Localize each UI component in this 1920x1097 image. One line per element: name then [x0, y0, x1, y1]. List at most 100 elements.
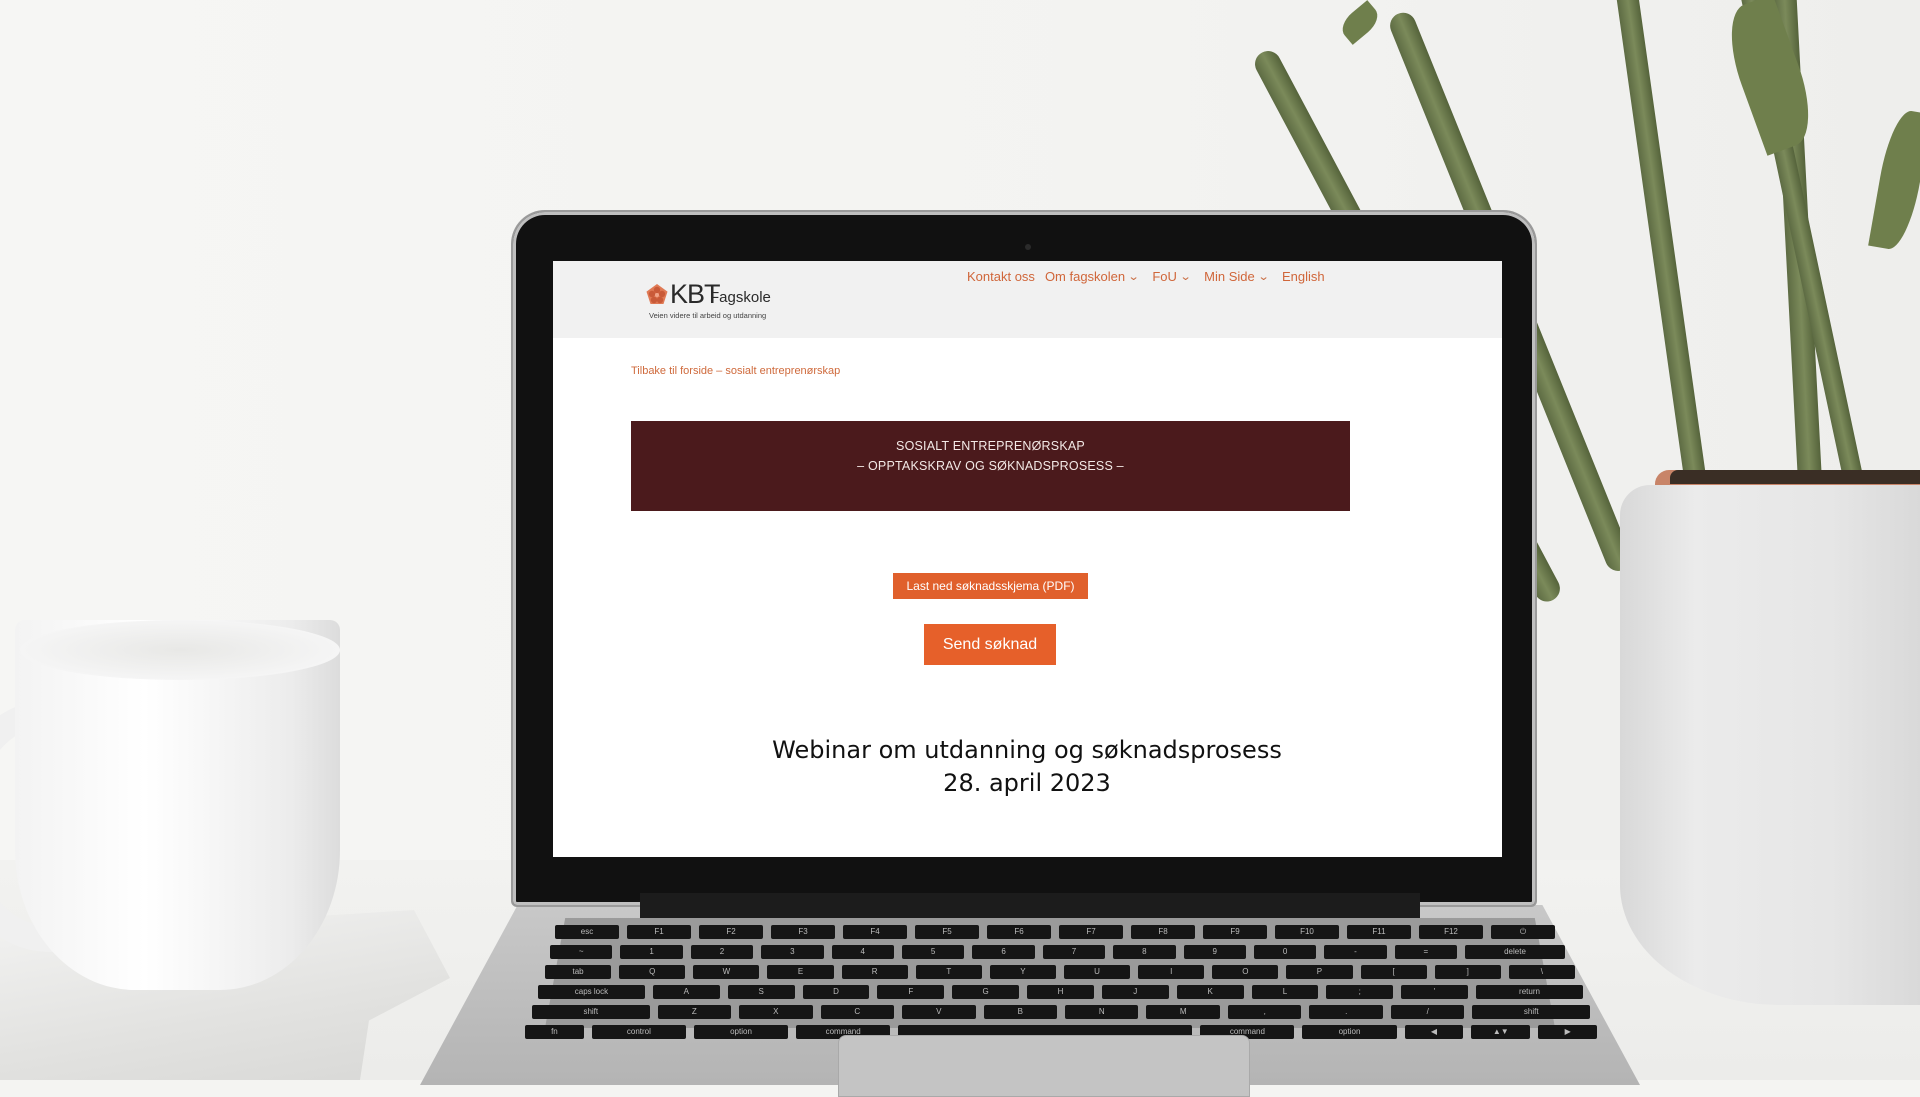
keyboard-key[interactable]: 9 — [1183, 945, 1246, 959]
keyboard-key[interactable]: S — [727, 985, 795, 999]
keyboard-key[interactable]: F2 — [699, 925, 763, 939]
keyboard-key[interactable]: K — [1176, 985, 1244, 999]
keyboard-row: ~1 2 3 4 5 6 7 8 9 0- = delete — [550, 945, 1565, 959]
keyboard-key[interactable]: ⏻ — [1491, 925, 1555, 939]
keyboard-key[interactable]: / — [1390, 1005, 1465, 1019]
keyboard-key[interactable]: tab — [545, 965, 612, 979]
keyboard-key[interactable]: 4 — [831, 945, 894, 959]
keyboard-key[interactable]: return — [1476, 985, 1583, 999]
keyboard-key[interactable]: F1 — [627, 925, 691, 939]
keyboard-key[interactable]: T — [915, 965, 982, 979]
trackpad[interactable] — [838, 1035, 1250, 1097]
keyboard-key[interactable]: G — [952, 985, 1020, 999]
keyboard-key[interactable]: Y — [989, 965, 1056, 979]
main-nav: Kontakt oss Om fagskolen ⌄ FoU ⌄ Min Sid… — [967, 269, 1335, 284]
keyboard-key[interactable]: X — [739, 1005, 813, 1019]
keyboard-key[interactable]: [ — [1360, 965, 1427, 979]
keyboard-key[interactable]: 5 — [901, 945, 965, 959]
keyboard-key[interactable]: control — [591, 1025, 686, 1039]
download-form-button[interactable]: Last ned søknadsskjema (PDF) — [893, 573, 1088, 599]
site-header: KBT Fagskole Veien videre til arbeid og … — [553, 261, 1502, 338]
keyboard-key[interactable]: I — [1138, 965, 1205, 979]
keyboard-key[interactable]: 3 — [761, 945, 824, 959]
keyboard-key[interactable]: ~ — [550, 945, 613, 959]
logo-name: Fagskole — [710, 289, 771, 306]
keyboard-key[interactable]: caps lock — [538, 985, 645, 999]
keyboard-key[interactable]: shift — [1472, 1005, 1590, 1019]
keyboard-key[interactable]: esc — [555, 925, 619, 939]
keyboard-key[interactable]: - — [1324, 945, 1387, 959]
nav-min-side[interactable]: Min Side — [1204, 269, 1255, 284]
keyboard-key[interactable]: Z — [657, 1005, 732, 1019]
nav-fou[interactable]: FoU — [1152, 269, 1177, 284]
keyboard-key[interactable]: shift — [532, 1005, 650, 1019]
keyboard-key[interactable]: F8 — [1131, 925, 1195, 939]
keyboard-key[interactable]: M — [1146, 1005, 1220, 1019]
site-logo[interactable]: KBT Fagskole Veien videre til arbeid og … — [645, 279, 775, 323]
keyboard-key[interactable]: 1 — [620, 945, 683, 959]
keyboard-row: esc F1 F2 F3 F4 F5 F6 F7 F8 F9 F10 F11 F12 ⏻ — [555, 925, 1555, 939]
banner-subtitle: – OPPTAKSKRAV OG SØKNADSPROSESS – — [857, 459, 1124, 473]
keyboard-key[interactable]: H — [1027, 985, 1094, 999]
keyboard-row: tab Q W E R T Y U I O P [] \ — [545, 965, 1575, 979]
keyboard-key[interactable]: ' — [1401, 985, 1469, 999]
keyboard-key[interactable]: ◀ — [1404, 1025, 1464, 1039]
keyboard-key[interactable]: ] — [1434, 965, 1501, 979]
keyboard-key[interactable]: ; — [1326, 985, 1394, 999]
laptop-screen: KBT Fagskole Veien videre til arbeid og … — [553, 261, 1502, 857]
keyboard-key[interactable]: U — [1063, 965, 1131, 979]
keyboard-key[interactable]: E — [767, 965, 834, 979]
webinar-title: Webinar om utdanning og søknadsprosess — [772, 736, 1282, 764]
keyboard-key[interactable]: F10 — [1275, 925, 1339, 939]
keyboard-key[interactable]: option — [1302, 1025, 1397, 1039]
chevron-down-icon[interactable]: ⌄ — [1180, 270, 1192, 283]
keyboard-key[interactable]: F9 — [1203, 925, 1267, 939]
keyboard-key[interactable]: P — [1286, 965, 1353, 979]
keyboard-key[interactable]: B — [983, 1005, 1057, 1019]
keyboard-key[interactable]: F3 — [771, 925, 835, 939]
keyboard-key[interactable]: O — [1212, 965, 1279, 979]
breadcrumb-back-link[interactable]: Tilbake til forside – sosialt entreprenø… — [631, 365, 840, 377]
keyboard-key[interactable]: J — [1101, 985, 1169, 999]
chevron-down-icon[interactable]: ⌄ — [1128, 270, 1140, 283]
nav-om-fagskolen[interactable]: Om fagskolen — [1045, 269, 1125, 284]
keyboard-key[interactable]: option — [693, 1025, 789, 1039]
keyboard-key[interactable]: \ — [1508, 965, 1575, 979]
keyboard-key[interactable]: V — [902, 1005, 976, 1019]
keyboard-key[interactable]: 8 — [1113, 945, 1176, 959]
keyboard-key[interactable]: delete — [1465, 945, 1565, 959]
keyboard-row: caps lock A S D F G H J K L; ' return — [538, 985, 1583, 999]
keyboard-key[interactable]: ▲▼ — [1471, 1025, 1531, 1039]
keyboard-key[interactable]: D — [802, 985, 870, 999]
keyboard-key[interactable]: 2 — [690, 945, 754, 959]
keyboard-key[interactable]: F — [877, 985, 945, 999]
page-title-banner: SOSIALT ENTREPRENØRSKAP – OPPTAKSKRAV OG… — [631, 421, 1350, 511]
keyboard-key[interactable]: F12 — [1419, 925, 1483, 939]
nav-english[interactable]: English — [1282, 269, 1325, 284]
keyboard-key[interactable]: L — [1251, 985, 1319, 999]
keyboard-key[interactable]: F6 — [987, 925, 1051, 939]
keyboard-key[interactable]: 0 — [1253, 945, 1317, 959]
keyboard-key[interactable]: 6 — [972, 945, 1035, 959]
keyboard-key[interactable]: fn — [525, 1025, 584, 1039]
keyboard-key[interactable]: = — [1394, 945, 1458, 959]
keyboard-key[interactable]: C — [820, 1005, 895, 1019]
keyboard-key[interactable]: 7 — [1042, 945, 1106, 959]
keyboard-key[interactable]: F11 — [1347, 925, 1411, 939]
keyboard-key[interactable]: A — [652, 985, 720, 999]
send-application-button[interactable]: Send søknad — [924, 624, 1056, 665]
keyboard-key[interactable]: N — [1065, 1005, 1139, 1019]
keyboard-key[interactable]: F4 — [843, 925, 907, 939]
keyboard-key[interactable]: F5 — [915, 925, 979, 939]
chevron-down-icon[interactable]: ⌄ — [1257, 270, 1269, 283]
banner-title: SOSIALT ENTREPRENØRSKAP — [896, 439, 1085, 453]
keyboard-key[interactable]: R — [841, 965, 908, 979]
keyboard-key[interactable]: ▶ — [1538, 1025, 1598, 1039]
keyboard-key[interactable]: W — [693, 965, 760, 979]
plant-pot — [1620, 485, 1920, 1005]
keyboard-key[interactable]: , — [1227, 1005, 1302, 1019]
keyboard-key[interactable]: F7 — [1059, 925, 1123, 939]
keyboard-key[interactable]: . — [1309, 1005, 1383, 1019]
keyboard-key[interactable]: Q — [619, 965, 686, 979]
nav-kontakt-oss[interactable]: Kontakt oss — [967, 269, 1035, 284]
